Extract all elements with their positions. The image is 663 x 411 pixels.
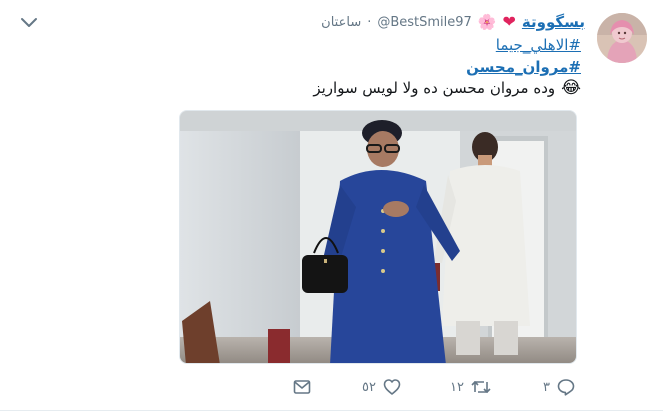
retweet-icon [471, 378, 491, 396]
heart-emoji-icon: ❤ [502, 12, 516, 31]
tweet-header: بسگووتة ❤ 🌸 @BestSmile97 · ساعتان [321, 12, 585, 32]
blossom-emoji-icon: 🌸 [477, 13, 497, 31]
reply-count: ٣ [543, 379, 550, 395]
reply-button[interactable]: ٣ [543, 374, 575, 400]
action-bar: ٣ ١٢ ٥٢ [0, 374, 663, 402]
chevron-down-icon[interactable] [16, 12, 42, 32]
direct-message-button[interactable] [293, 374, 311, 400]
separator-dot: · [367, 14, 372, 30]
tweet-text: وده مروان محسن ده ولا لويس سواريز 😂 [313, 78, 581, 98]
display-name[interactable]: بسگووتة [522, 13, 585, 31]
laughing-emoji-icon: 😂 [561, 78, 581, 98]
like-button[interactable]: ٥٢ [362, 374, 401, 400]
hashtag-link[interactable]: #الاهلي_جيما [496, 36, 581, 54]
tweet-body-text: وده مروان محسن ده ولا لويس سواريز [313, 79, 556, 97]
tweet-media-image[interactable] [179, 110, 577, 364]
tweet-card[interactable]: بسگووتة ❤ 🌸 @BestSmile97 · ساعتان #الاهل… [0, 0, 663, 411]
avatar[interactable] [597, 13, 647, 63]
hashtag-link[interactable]: #مروان_محسن [466, 58, 581, 76]
retweet-count: ١٢ [450, 379, 464, 395]
heart-icon [383, 378, 401, 396]
reply-icon [557, 378, 575, 396]
retweet-button[interactable]: ١٢ [450, 374, 491, 400]
like-count: ٥٢ [362, 379, 376, 395]
envelope-icon [293, 379, 311, 395]
user-handle[interactable]: @BestSmile97 [377, 15, 471, 30]
timestamp[interactable]: ساعتان [321, 15, 361, 30]
